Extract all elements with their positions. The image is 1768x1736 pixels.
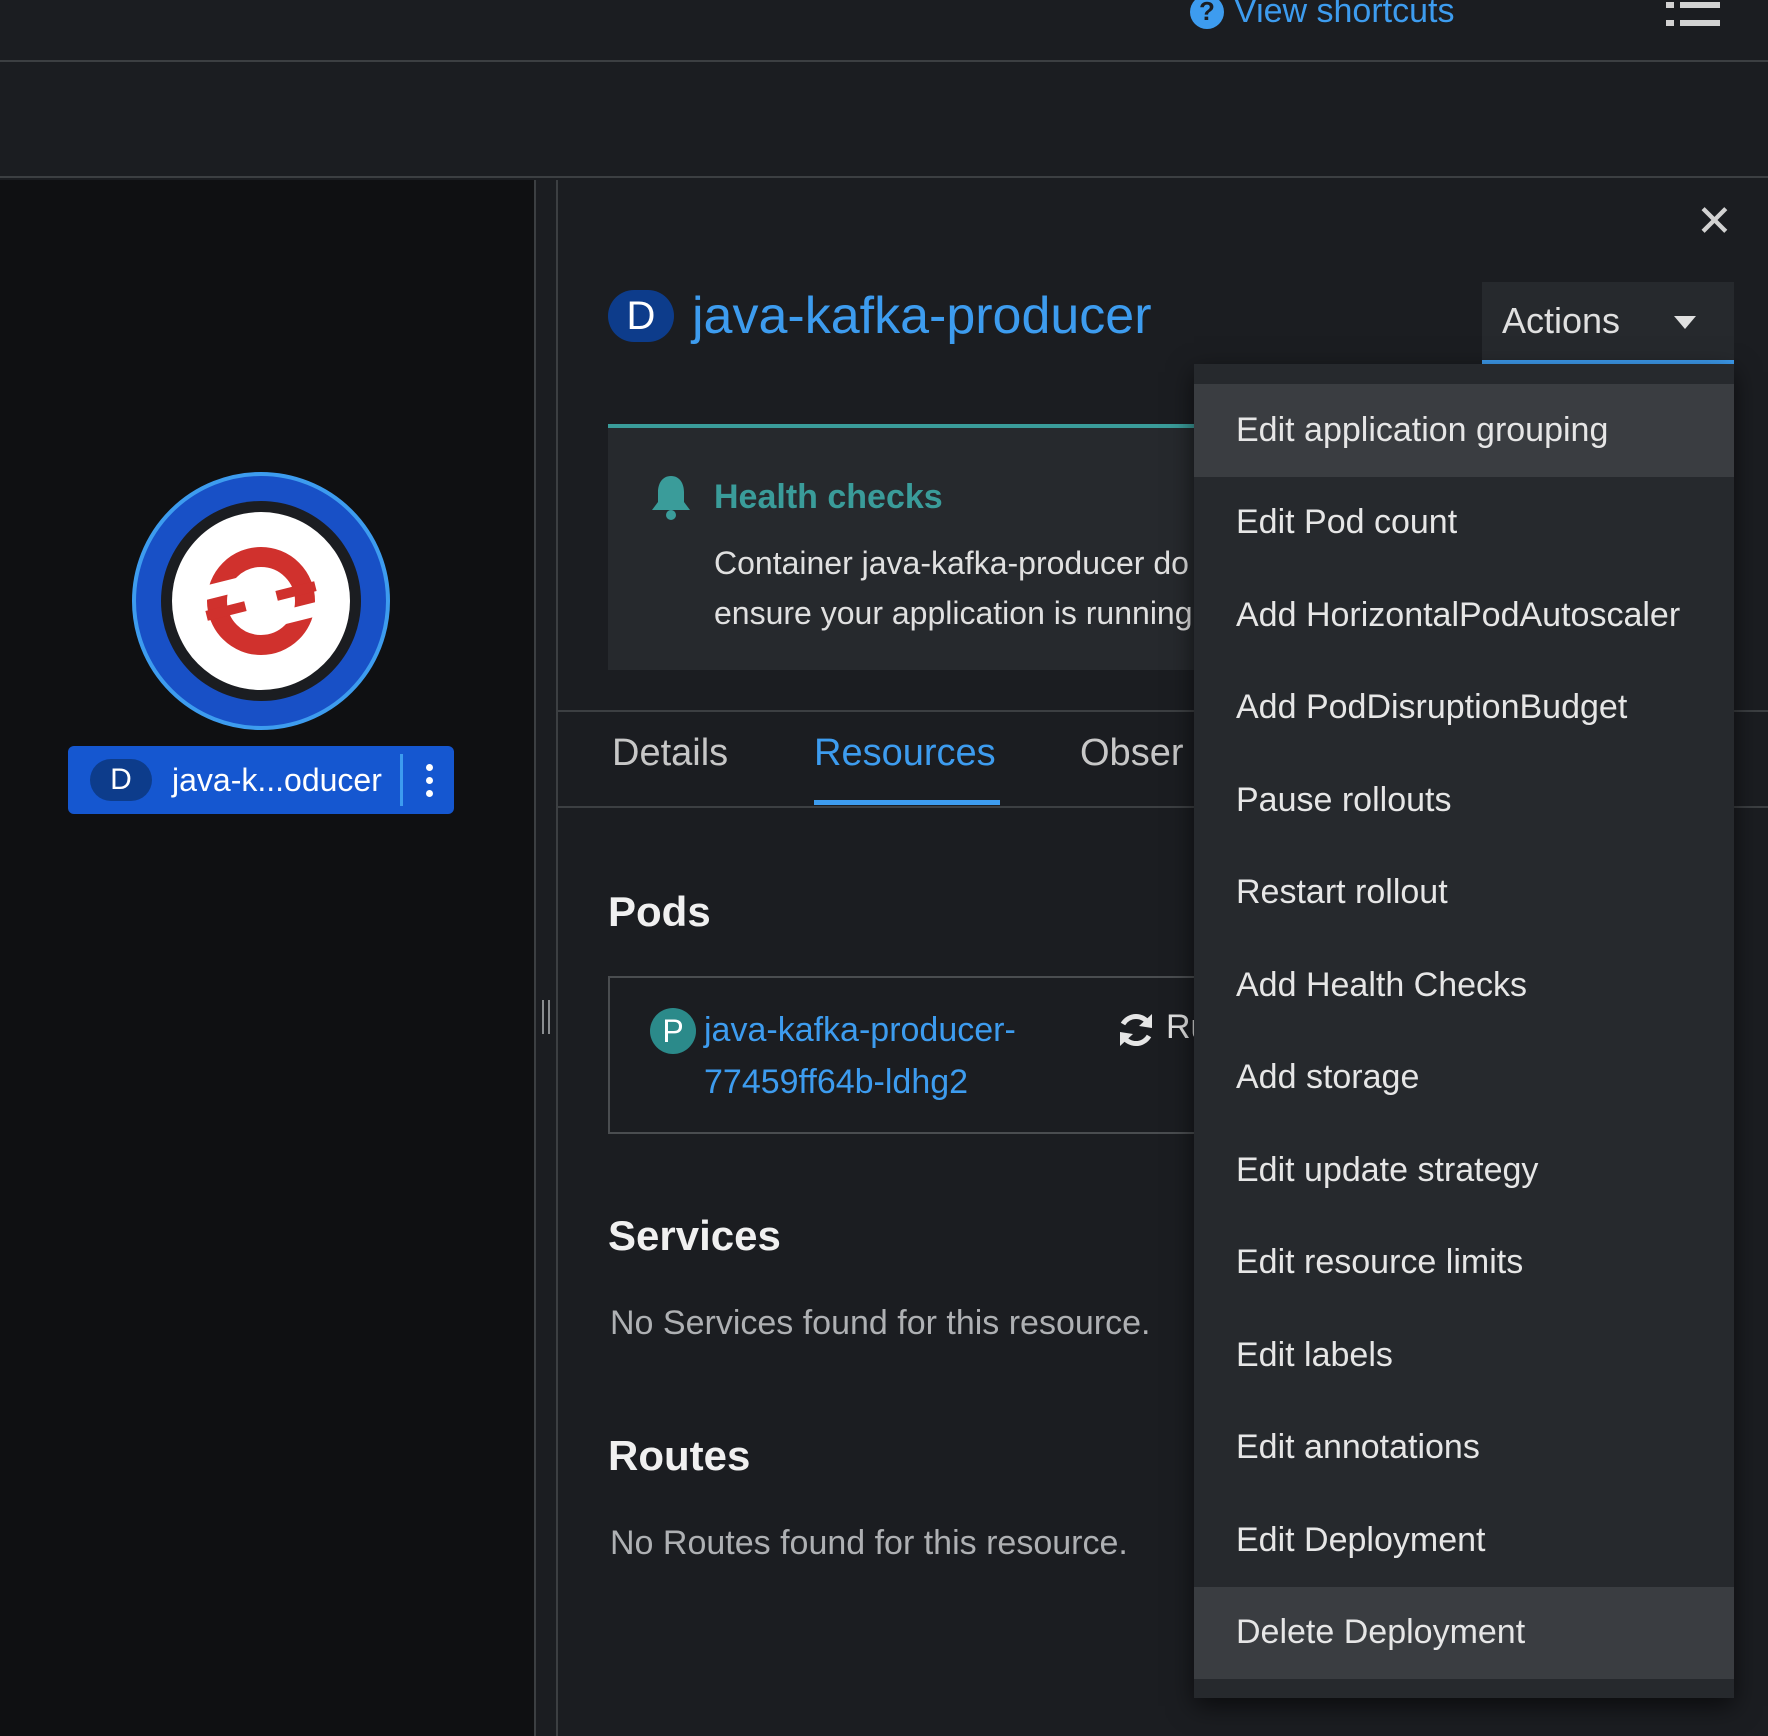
bell-icon <box>652 476 690 520</box>
sync-icon <box>1120 1013 1152 1047</box>
pod-badge: P <box>650 1008 696 1054</box>
pod-name-line: 77459ff64b-ldhg2 <box>704 1063 969 1101</box>
node-icon-background <box>172 512 350 690</box>
pods-heading: Pods <box>608 888 711 935</box>
menu-item-edit-labels[interactable]: Edit labels <box>1194 1309 1734 1402</box>
alert-body: Container java-kafka-producer do ensure … <box>714 538 1208 638</box>
active-tab-indicator <box>814 800 1000 805</box>
menu-item-edit-resource-limits[interactable]: Edit resource limits <box>1194 1217 1734 1310</box>
deployment-badge: D <box>90 759 152 801</box>
tab-resources[interactable]: Resources <box>814 732 996 775</box>
deployment-node[interactable] <box>132 472 390 730</box>
drag-handle-icon[interactable] <box>541 1000 551 1034</box>
routes-empty-text: No Routes found for this resource. <box>610 1524 1128 1562</box>
services-heading: Services <box>608 1212 781 1259</box>
actions-menu: Edit application grouping Edit Pod count… <box>1194 364 1734 1698</box>
menu-item-edit-annotations[interactable]: Edit annotations <box>1194 1402 1734 1495</box>
menu-item-add-health-checks[interactable]: Add Health Checks <box>1194 939 1734 1032</box>
panel-splitter[interactable] <box>534 180 558 1736</box>
topology-canvas[interactable] <box>0 180 534 1736</box>
tab-observe[interactable]: Obser <box>1080 732 1183 775</box>
actions-dropdown-toggle[interactable]: Actions <box>1482 282 1734 364</box>
menu-item-edit-application-grouping[interactable]: Edit application grouping <box>1194 384 1734 477</box>
actions-label: Actions <box>1502 300 1621 341</box>
pod-name-line: java-kafka-producer- <box>704 1011 1016 1049</box>
alert-title: Health checks <box>714 478 943 516</box>
resource-badge: D <box>608 290 674 342</box>
menu-item-add-hpa[interactable]: Add HorizontalPodAutoscaler <box>1194 569 1734 662</box>
openshift-logo-icon <box>203 547 319 655</box>
panel-header: D java-kafka-producer <box>608 286 1152 346</box>
menu-item-add-storage[interactable]: Add storage <box>1194 1032 1734 1125</box>
menu-item-pause-rollouts[interactable]: Pause rollouts <box>1194 754 1734 847</box>
pod-link[interactable]: java-kafka-producer- 77459ff64b-ldhg2 <box>704 1004 1016 1108</box>
node-name: java-k...oducer <box>172 761 382 798</box>
caret-down-icon <box>1674 316 1696 329</box>
tab-details[interactable]: Details <box>612 732 728 775</box>
node-label[interactable]: D java-k...oducer <box>68 746 454 814</box>
health-checks-alert: Health checks Container java-kafka-produ… <box>608 424 1208 670</box>
menu-item-edit-update-strategy[interactable]: Edit update strategy <box>1194 1124 1734 1217</box>
node-label-divider <box>400 754 403 806</box>
node-inner-ring <box>161 501 361 701</box>
close-icon[interactable]: ✕ <box>1696 200 1733 244</box>
menu-item-edit-deployment[interactable]: Edit Deployment <box>1194 1494 1734 1587</box>
menu-item-edit-pod-count[interactable]: Edit Pod count <box>1194 477 1734 570</box>
alert-body-line: Container java-kafka-producer do <box>714 545 1189 581</box>
list-view-icon[interactable] <box>1666 0 1720 30</box>
resource-title[interactable]: java-kafka-producer <box>692 286 1152 346</box>
view-shortcuts-link[interactable]: ? View shortcuts <box>1190 0 1454 31</box>
view-shortcuts-label: View shortcuts <box>1234 0 1455 30</box>
kebab-menu-icon[interactable] <box>414 758 444 802</box>
menu-item-add-pdb[interactable]: Add PodDisruptionBudget <box>1194 662 1734 755</box>
topology-toolbar <box>0 64 1768 178</box>
alert-body-line: ensure your application is running <box>714 595 1193 631</box>
help-icon: ? <box>1190 0 1224 29</box>
menu-item-restart-rollout[interactable]: Restart rollout <box>1194 847 1734 940</box>
routes-heading: Routes <box>608 1432 751 1479</box>
menu-item-delete-deployment[interactable]: Delete Deployment <box>1194 1586 1734 1679</box>
pod-row: P java-kafka-producer- 77459ff64b-ldhg2 … <box>608 976 1209 1134</box>
masthead: ? View shortcuts <box>0 0 1768 62</box>
services-empty-text: No Services found for this resource. <box>610 1304 1151 1342</box>
